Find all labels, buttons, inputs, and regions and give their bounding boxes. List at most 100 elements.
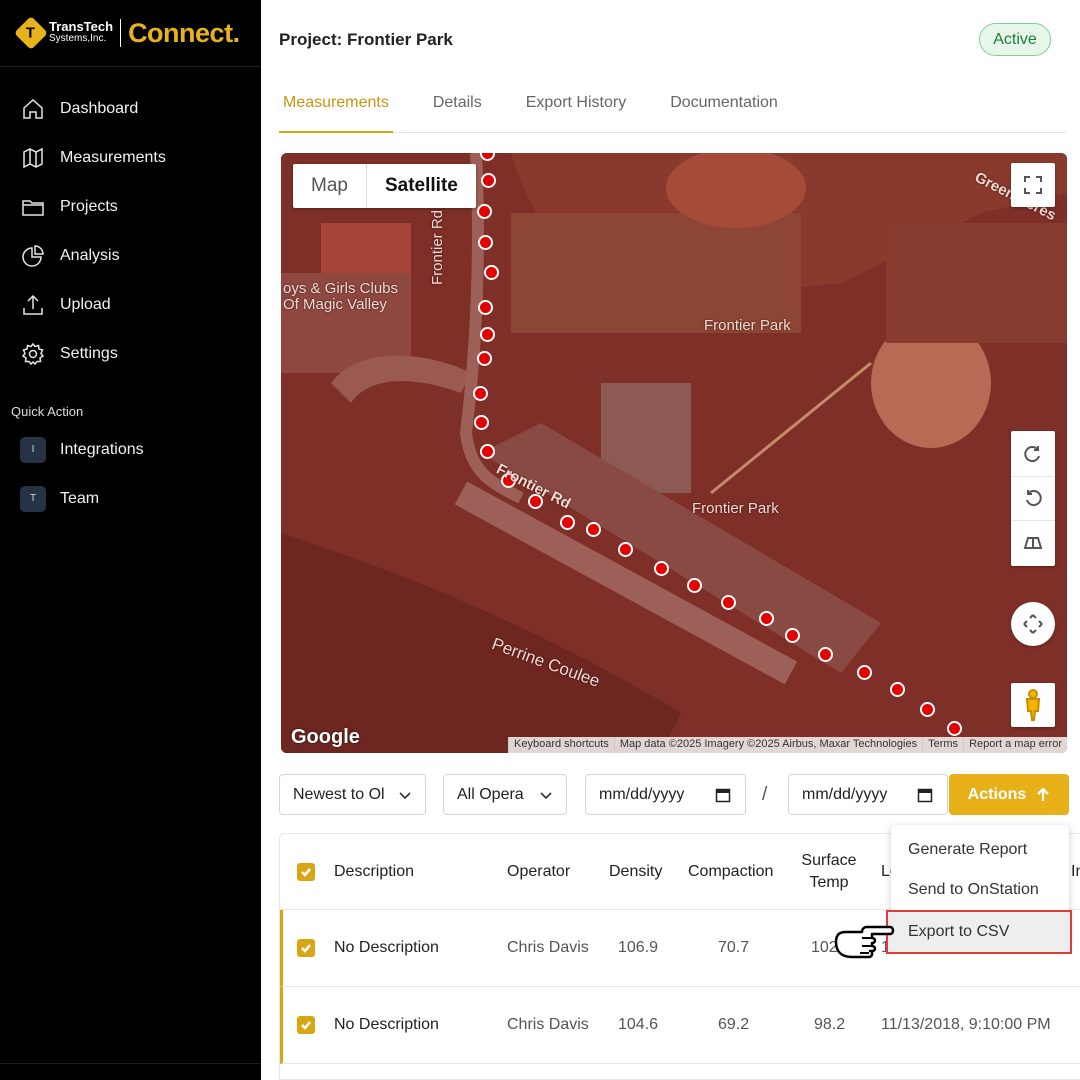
measurement-point[interactable] [478, 235, 493, 250]
home-icon [21, 97, 45, 121]
column-header-surface-temp[interactable]: Surface Temp [801, 834, 857, 909]
cell-timestamp: 11/13/2018, 9:10:00 PM [881, 1016, 1051, 1033]
rotate-clockwise-button[interactable] [1011, 433, 1055, 477]
calendar-icon[interactable] [715, 787, 731, 803]
measurement-point[interactable] [947, 721, 962, 736]
pan-control[interactable] [1011, 602, 1055, 646]
map-type-satellite[interactable]: Satellite [365, 164, 476, 208]
column-header-description[interactable]: Description [334, 834, 414, 909]
measurement-point[interactable] [480, 444, 495, 459]
table-row[interactable]: No Description Chris Davis 104.6 69.2 98… [280, 987, 1080, 1064]
map-data-credit: Map data ©2025 Imagery ©2025 Airbus, Max… [613, 737, 922, 753]
quick-action-title: Quick Action [11, 404, 84, 419]
rotate-cw-icon [1024, 446, 1040, 463]
sidebar-item-label: Analysis [60, 246, 120, 264]
satellite-imagery [281, 153, 1067, 753]
measurement-point[interactable] [474, 415, 489, 430]
operator-select-value: All Opera [457, 785, 524, 803]
street-view-pegman[interactable] [1011, 683, 1055, 727]
quick-actions: I Integrations T Team [0, 425, 261, 523]
brand-logo[interactable]: T TransTech Systems,Inc. Connect. [0, 0, 261, 67]
measurement-point[interactable] [477, 351, 492, 366]
sort-select[interactable]: Newest to Ol [279, 774, 426, 815]
map-type-map[interactable]: Map [293, 164, 366, 208]
actions-button-label: Actions [967, 785, 1027, 803]
tab-export-history[interactable]: Export History [504, 86, 648, 133]
measurement-point[interactable] [890, 682, 905, 697]
measurement-point[interactable] [920, 702, 935, 717]
tab-measurements[interactable]: Measurements [279, 86, 393, 133]
cell-description: No Description [334, 1016, 439, 1033]
measurement-point[interactable] [654, 561, 669, 576]
cell-operator: Chris Davis [507, 1016, 589, 1033]
sidebar-item-upload[interactable]: Upload [0, 280, 261, 329]
sidebar-item-dashboard[interactable]: Dashboard [0, 84, 261, 133]
measurement-point[interactable] [618, 542, 633, 557]
sidebar-item-analysis[interactable]: Analysis [0, 231, 261, 280]
menu-item-export-to-csv[interactable]: Export to CSV [886, 910, 1072, 954]
measurement-point[interactable] [785, 628, 800, 643]
sidebar-item-settings[interactable]: Settings [0, 329, 261, 378]
column-header-info[interactable]: In [1071, 834, 1080, 909]
status-badge: Active [979, 23, 1051, 56]
column-header-density[interactable]: Density [609, 834, 662, 909]
row-checkbox[interactable] [297, 910, 315, 986]
sidebar: T TransTech Systems,Inc. Connect. Dashbo… [0, 0, 261, 1080]
measurement-point[interactable] [818, 647, 833, 662]
select-all-checkbox[interactable] [297, 834, 315, 909]
date-to-input[interactable]: mm/dd/yyyy [788, 774, 948, 815]
company-line1: TransTech [49, 19, 114, 34]
map-view[interactable]: Frontier Rd Frontier Rd Frontier Park Fr… [281, 153, 1067, 753]
operator-select[interactable]: All Opera [443, 774, 567, 815]
measurement-point[interactable] [477, 204, 492, 219]
measurement-point[interactable] [481, 173, 496, 188]
checkmark-icon [301, 867, 311, 877]
map-label-park: Frontier Park [704, 317, 791, 334]
rotate-ccw-icon [1026, 490, 1042, 507]
pegman-icon [1025, 689, 1041, 721]
cell-compaction: 69.2 [718, 1016, 750, 1033]
map-label-poi: Of Magic Valley [283, 296, 387, 313]
measurement-point[interactable] [484, 265, 499, 280]
date-from-input[interactable]: mm/dd/yyyy [585, 774, 746, 815]
report-map-error-link[interactable]: Report a map error [963, 737, 1067, 753]
measurement-point[interactable] [857, 665, 872, 680]
sidebar-item-measurements[interactable]: Measurements [0, 133, 261, 182]
tilt-button[interactable] [1011, 521, 1055, 565]
measurement-point[interactable] [759, 611, 774, 626]
product-name: Connect. [128, 17, 240, 48]
measurement-point[interactable] [687, 578, 702, 593]
rotate-counterclockwise-button[interactable] [1011, 477, 1055, 521]
checkbox-checked [297, 862, 315, 881]
arrow-up-icon [1037, 787, 1050, 801]
chevron-down-icon [399, 792, 411, 800]
measurement-point[interactable] [721, 595, 736, 610]
quick-item-team[interactable]: T Team [0, 474, 261, 523]
measurement-point[interactable] [478, 300, 493, 315]
column-header-operator[interactable]: Operator [507, 834, 570, 909]
tab-details[interactable]: Details [411, 86, 504, 133]
page-title: Project: Frontier Park [279, 30, 453, 49]
column-header-compaction[interactable]: Compaction [688, 834, 773, 909]
measurement-point[interactable] [473, 386, 488, 401]
integrations-badge: I [20, 436, 46, 463]
keyboard-shortcuts-link[interactable]: Keyboard shortcuts [508, 737, 614, 753]
cell-density: 104.6 [618, 1016, 659, 1033]
measurement-point[interactable] [586, 522, 601, 537]
fullscreen-button[interactable] [1011, 163, 1055, 207]
quick-item-integrations[interactable]: I Integrations [0, 425, 261, 474]
sidebar-item-projects[interactable]: Projects [0, 182, 261, 231]
measurement-point[interactable] [560, 515, 575, 530]
actions-button[interactable]: Actions [949, 774, 1069, 815]
row-checkbox[interactable] [297, 987, 315, 1063]
menu-item-generate-report[interactable]: Generate Report [891, 830, 1069, 870]
sidebar-item-label: Upload [60, 295, 111, 313]
menu-item-send-to-onstation[interactable]: Send to OnStation [891, 870, 1069, 910]
terms-link[interactable]: Terms [922, 737, 963, 753]
tab-documentation[interactable]: Documentation [648, 86, 800, 133]
folder-icon [21, 195, 45, 219]
calendar-icon[interactable] [917, 787, 933, 803]
pie-chart-icon [21, 244, 45, 268]
cell-description: No Description [334, 939, 439, 956]
measurement-point[interactable] [480, 327, 495, 342]
